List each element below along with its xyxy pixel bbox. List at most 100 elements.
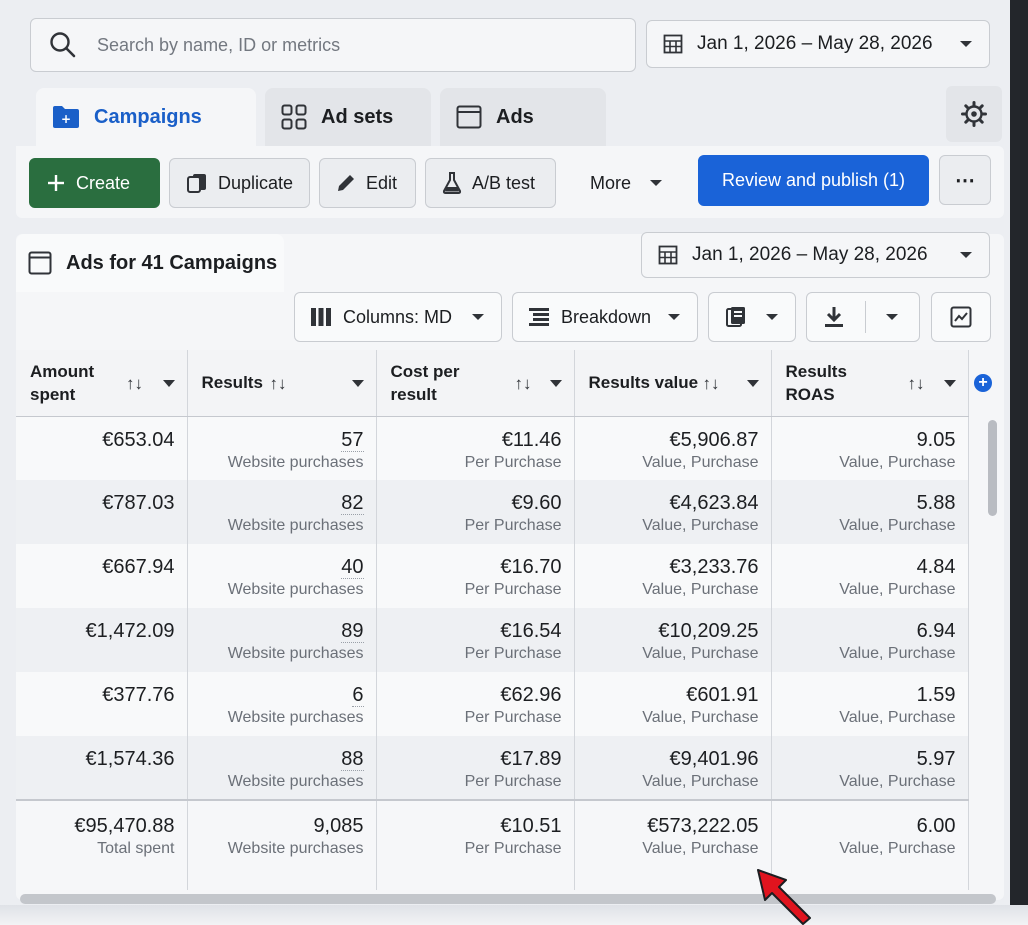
table-row[interactable]: €377.76 6 Website purchases €62.96 Per Pur…: [16, 672, 969, 736]
cell-amount: €1,574.36: [16, 736, 188, 800]
breakdown-label: Breakdown: [561, 306, 652, 327]
settings-button[interactable]: [946, 86, 1002, 142]
cell-roas: 5.97 Value, Purchase: [771, 736, 969, 800]
cell-roas: 1.59 Value, Purchase: [771, 672, 969, 736]
screen-bezel-bottom: [0, 905, 1028, 925]
tab-label: Ads: [496, 105, 534, 128]
cell-results: 40 Website purchases: [187, 544, 377, 608]
cell-cost: €62.96 Per Purchase: [376, 672, 575, 736]
breakdown-icon: [529, 308, 549, 326]
total-amount: €95,470.88 Total spent: [16, 799, 188, 890]
ab-test-button[interactable]: A/B test: [425, 158, 556, 208]
table-row[interactable]: €1,472.09 89 Website purchases €16.54 Per …: [16, 608, 969, 672]
reports-dropdown[interactable]: [708, 292, 796, 342]
ab-test-label: A/B test: [472, 172, 536, 193]
sort-icon[interactable]: ↑↓: [126, 374, 143, 394]
duplicate-label: Duplicate: [218, 172, 294, 193]
page-icon: [28, 251, 52, 275]
column-header-results[interactable]: Results ↑↓: [187, 350, 377, 417]
cell-roas: 6.94 Value, Purchase: [771, 608, 969, 672]
panel-date-range-picker[interactable]: Jan 1, 2026 – May 28, 2026: [641, 232, 990, 278]
cell-cost: €17.89 Per Purchase: [376, 736, 575, 800]
columns-label: Columns: MD: [343, 306, 453, 327]
date-range-picker[interactable]: Jan 1, 2026 – May 28, 2026: [646, 20, 990, 68]
chevron-down-icon: [472, 314, 484, 320]
search-box[interactable]: [30, 18, 636, 72]
table-row[interactable]: €1,574.36 88 Website purchases €17.89 Per …: [16, 736, 969, 800]
cell-value: €5,906.87 Value, Purchase: [574, 416, 772, 480]
columns-dropdown[interactable]: Columns: MD: [294, 292, 502, 342]
cell-results: 6 Website purchases: [187, 672, 377, 736]
overflow-icon: ⋯: [955, 169, 975, 192]
cell-cost: €16.54 Per Purchase: [376, 608, 575, 672]
chevron-down-icon[interactable]: [162, 380, 175, 387]
chevron-down-icon: [960, 41, 972, 47]
svg-text:+: +: [61, 112, 71, 126]
cell-roas: 4.84 Value, Purchase: [771, 544, 969, 608]
charts-button[interactable]: [931, 292, 991, 342]
chevron-down-icon[interactable]: [746, 380, 759, 387]
cell-amount: €653.04: [16, 416, 188, 480]
date-range-text: Jan 1, 2026 – May 28, 2026: [697, 33, 933, 54]
review-and-publish-button[interactable]: Review and publish (1): [698, 155, 929, 206]
cell-value: €601.91 Value, Purchase: [574, 672, 772, 736]
cell-value: €9,401.96 Value, Purchase: [574, 736, 772, 800]
sort-icon[interactable]: ↑↓: [908, 374, 925, 394]
cell-amount: €377.76: [16, 672, 188, 736]
tab-ads[interactable]: Ads: [440, 88, 606, 146]
edit-button[interactable]: Edit: [319, 158, 416, 208]
cell-results: 82 Website purchases: [187, 480, 377, 544]
pencil-icon: [338, 175, 354, 191]
sort-icon[interactable]: ↑↓: [515, 374, 532, 394]
chevron-down-icon: [886, 314, 898, 320]
column-header-cost-per-result[interactable]: Cost per result ↑↓: [376, 350, 575, 417]
panel-title: Ads for 41 Campaigns: [66, 251, 278, 274]
sort-icon[interactable]: ↑↓: [703, 374, 720, 394]
more-label: More: [590, 172, 632, 193]
more-options-button[interactable]: ⋯: [939, 155, 991, 205]
column-header-amount-spent[interactable]: Amount spent ↑↓: [16, 350, 188, 417]
cell-amount: €787.03: [16, 480, 188, 544]
more-button[interactable]: More: [574, 158, 674, 208]
table-row[interactable]: €653.04 57 Website purchases €11.46 Per Pu…: [16, 416, 969, 480]
duplicate-button[interactable]: Duplicate: [169, 158, 310, 208]
horizontal-scrollbar[interactable]: [20, 894, 996, 904]
cell-amount: €1,472.09: [16, 608, 188, 672]
tab-campaigns[interactable]: + Campaigns: [36, 88, 256, 146]
search-input[interactable]: [97, 34, 597, 56]
cell-results: 89 Website purchases: [187, 608, 377, 672]
ads-metrics-table: Amount spent ↑↓ Results ↑↓ Cost per resu…: [16, 350, 969, 890]
download-icon: [825, 307, 843, 327]
create-button[interactable]: Create: [29, 158, 160, 208]
reports-icon: [726, 307, 745, 327]
plus-icon: [48, 175, 64, 191]
cell-cost: €9.60 Per Purchase: [376, 480, 575, 544]
duplicate-icon: [187, 174, 206, 193]
cell-roas: 5.88 Value, Purchase: [771, 480, 969, 544]
chevron-down-icon[interactable]: [351, 380, 364, 387]
chevron-down-icon[interactable]: [549, 380, 562, 387]
column-header-results-value[interactable]: Results value ↑↓: [574, 350, 772, 417]
cell-value: €3,233.76 Value, Purchase: [574, 544, 772, 608]
table-header-row: Amount spent ↑↓ Results ↑↓ Cost per resu…: [16, 350, 969, 417]
chevron-down-icon[interactable]: [943, 380, 956, 387]
annotation-arrow-icon: [757, 869, 811, 925]
totals-row: €95,470.88 Total spent 9,085 Website purch…: [16, 799, 969, 890]
columns-icon: [311, 308, 331, 326]
cell-roas: 9.05 Value, Purchase: [771, 416, 969, 480]
breakdown-dropdown[interactable]: Breakdown: [512, 292, 698, 342]
split-divider: [865, 301, 866, 333]
tab-ad-sets[interactable]: Ad sets: [265, 88, 431, 146]
create-label: Create: [76, 172, 131, 193]
tab-label: Campaigns: [94, 105, 202, 128]
table-row[interactable]: €787.03 82 Website purchases €9.60 Per Pur…: [16, 480, 969, 544]
add-column-icon[interactable]: +: [974, 374, 992, 392]
vertical-scrollbar[interactable]: [988, 420, 997, 516]
cell-amount: €667.94: [16, 544, 188, 608]
sort-icon[interactable]: ↑↓: [270, 374, 287, 394]
calendar-icon: [663, 34, 683, 54]
cell-cost: €16.70 Per Purchase: [376, 544, 575, 608]
table-row[interactable]: €667.94 40 Website purchases €16.70 Per Pu…: [16, 544, 969, 608]
export-dropdown[interactable]: [806, 292, 920, 342]
column-header-results-roas[interactable]: Results ROAS ↑↓: [771, 350, 969, 417]
